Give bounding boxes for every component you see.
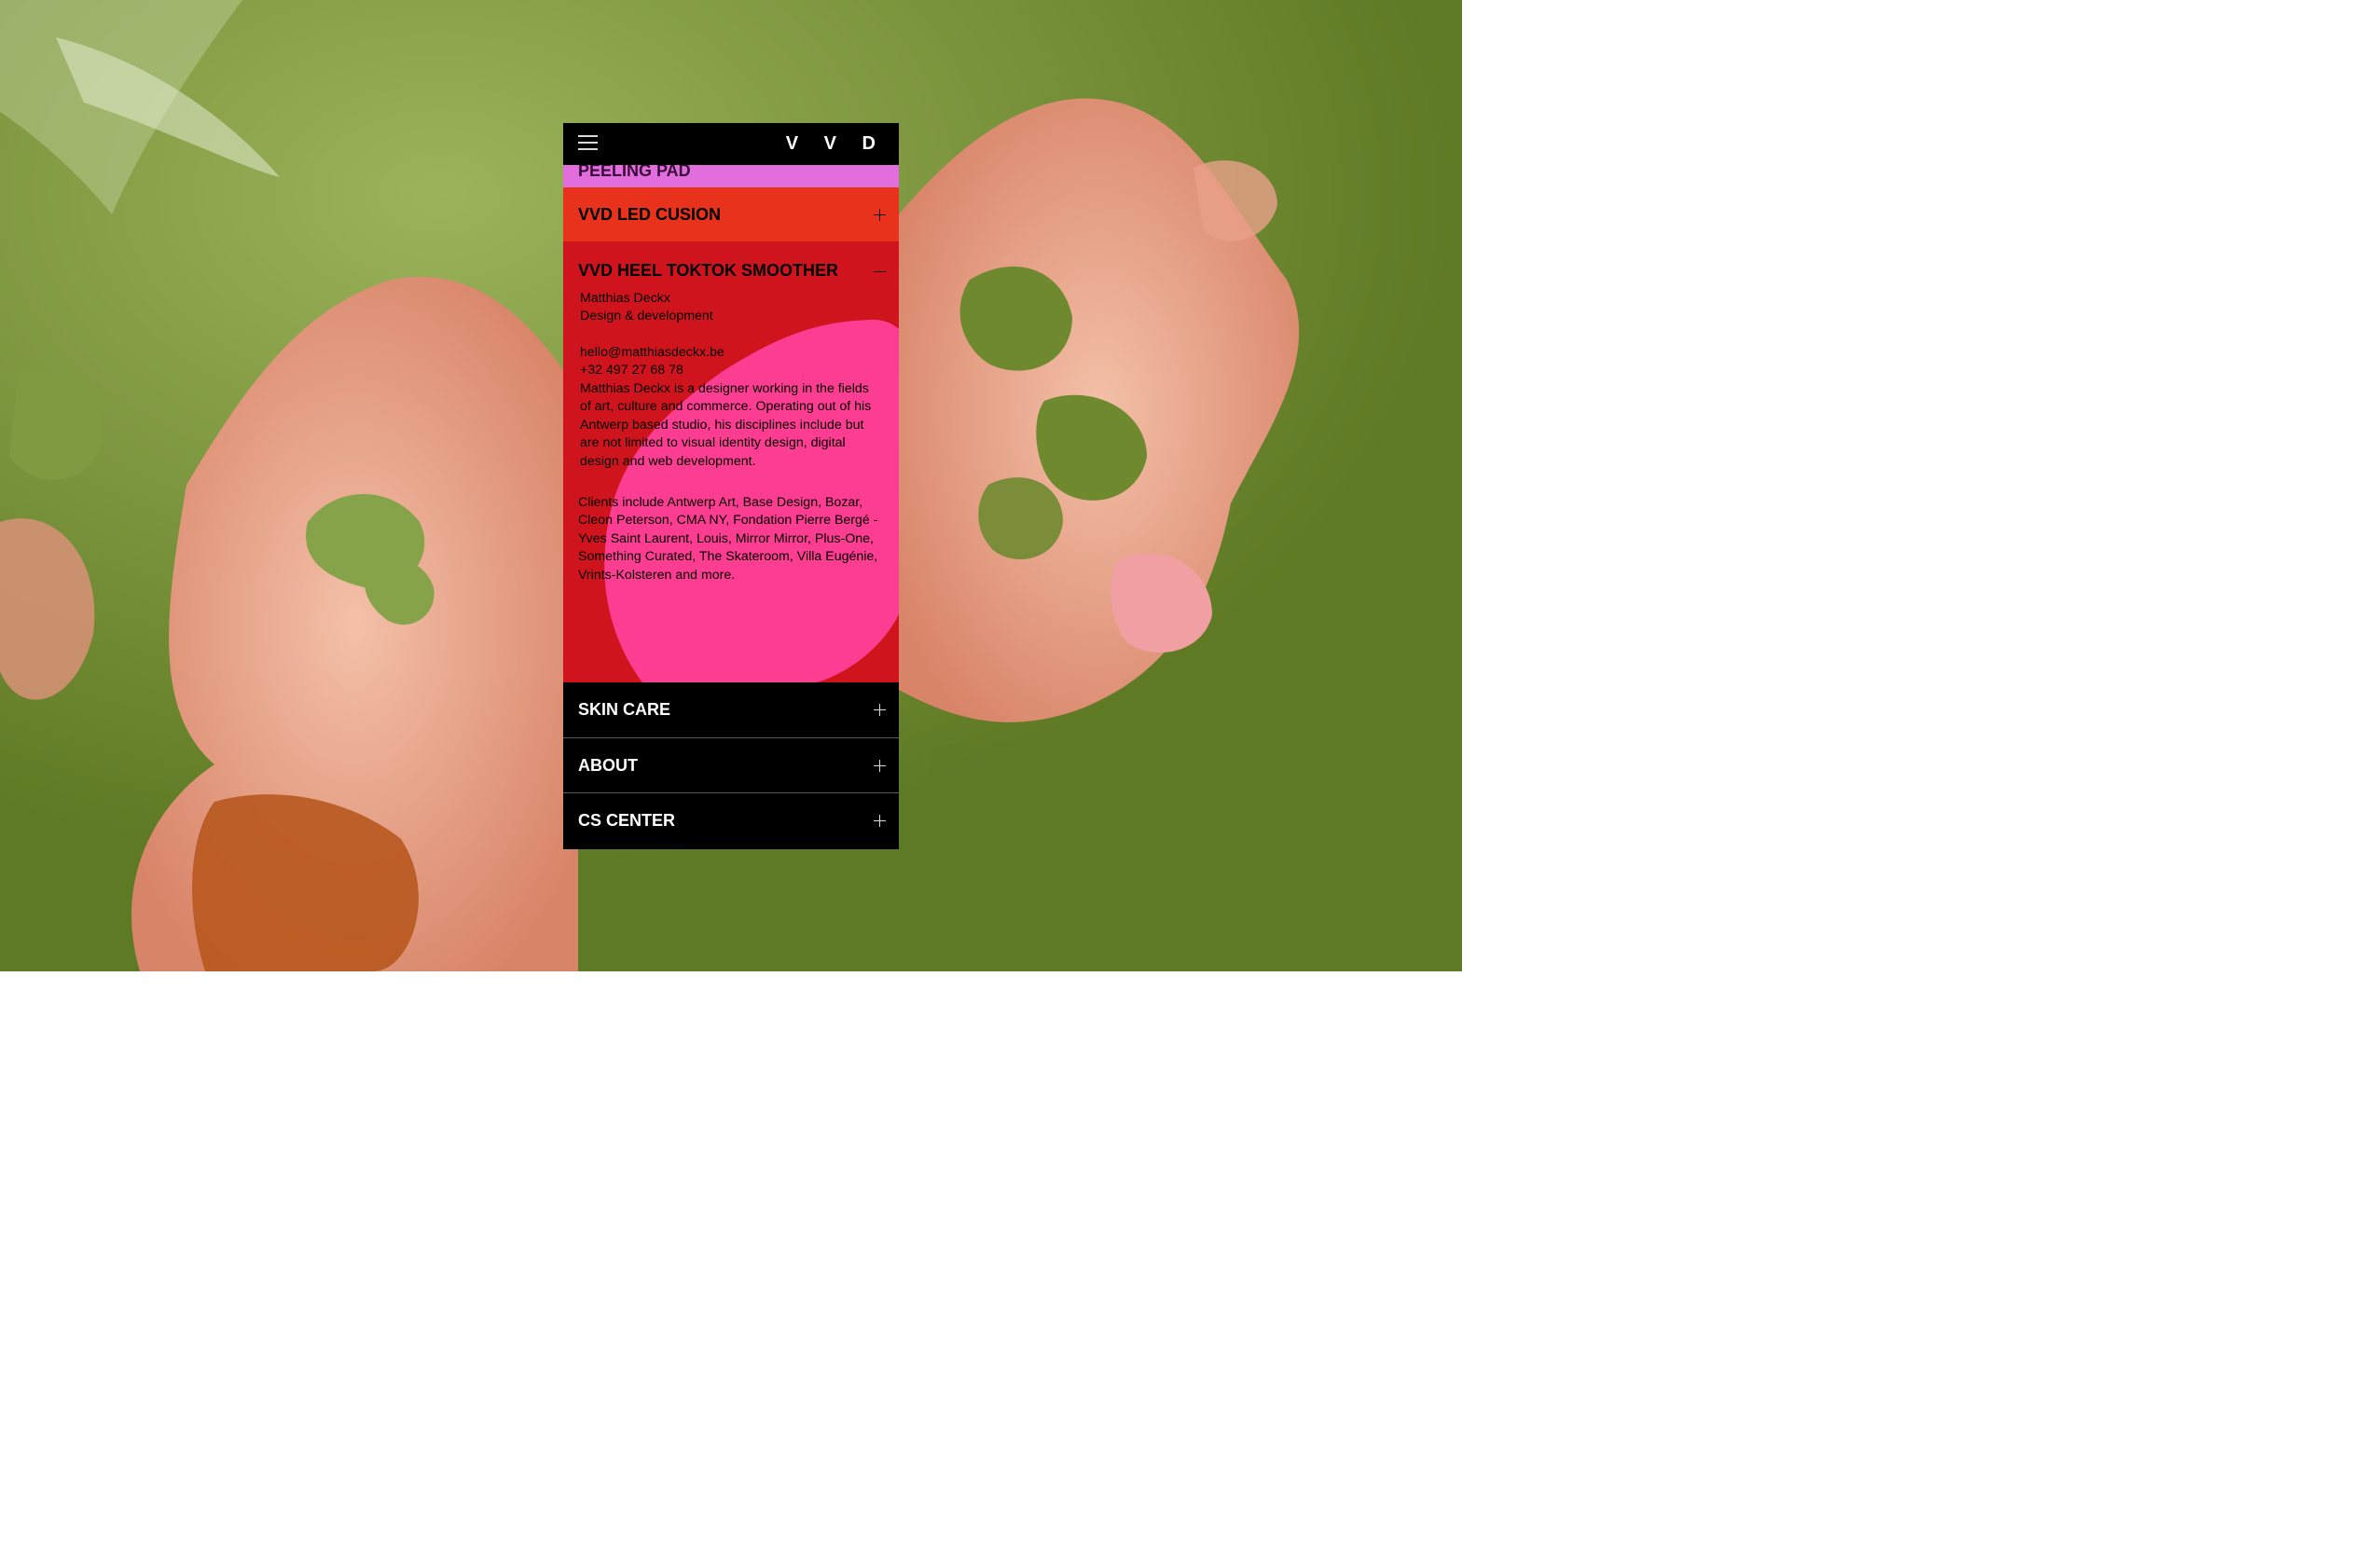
plus-icon[interactable] (874, 704, 886, 716)
contact-block: Matthias Deckx Design & development (580, 290, 888, 326)
menu-item-skin-care[interactable]: SKIN CARE (563, 682, 899, 737)
contact-email[interactable]: hello@matthiasdeckx.be (580, 344, 888, 362)
menu-item-heel-smoother-expanded: VVD HEEL TOKTOK SMOOTHER Matthias Deckx … (563, 241, 899, 682)
contact-details: hello@matthiasdeckx.be +32 497 27 68 78 (580, 344, 888, 380)
plus-icon[interactable] (874, 209, 886, 221)
menu-item-label: VVD LED CUSION (578, 205, 722, 224)
menu-item-label[interactable]: VVD HEEL TOKTOK SMOOTHER (578, 261, 838, 280)
contact-phone[interactable]: +32 497 27 68 78 (580, 362, 888, 379)
bio-paragraph: Matthias Deckx is a designer working in … (580, 381, 872, 469)
contact-name: Matthias Deckx (580, 291, 670, 306)
menu-item-peeling-pad[interactable]: PEELING PAD (563, 161, 899, 187)
menu-item-about[interactable]: ABOUT (563, 737, 899, 792)
contact-role: Design & development (580, 309, 713, 324)
menu-item-led-cusion[interactable]: VVD LED CUSION (563, 187, 899, 241)
bio-text: Matthias Deckx is a designer working in … (580, 380, 880, 471)
plus-icon[interactable] (874, 760, 886, 772)
hamburger-icon[interactable] (578, 135, 598, 151)
plus-icon[interactable] (874, 815, 886, 827)
clients-text: Clients include Antwerp Art, Base Design… (578, 494, 888, 585)
menu-item-cs-center[interactable]: CS CENTER (563, 792, 899, 847)
top-bar: V V D (563, 123, 899, 165)
minus-icon[interactable] (874, 266, 886, 278)
clients-paragraph: Clients include Antwerp Art, Base Design… (578, 495, 878, 583)
brand-logo[interactable]: V V D (786, 132, 886, 155)
menu-item-label: ABOUT (578, 756, 638, 775)
mobile-screen: V V D PEELING PAD VVD LED CUSION VVD HEE… (563, 123, 899, 849)
menu-item-label: CS CENTER (578, 811, 676, 830)
menu-item-label: SKIN CARE (578, 700, 671, 719)
